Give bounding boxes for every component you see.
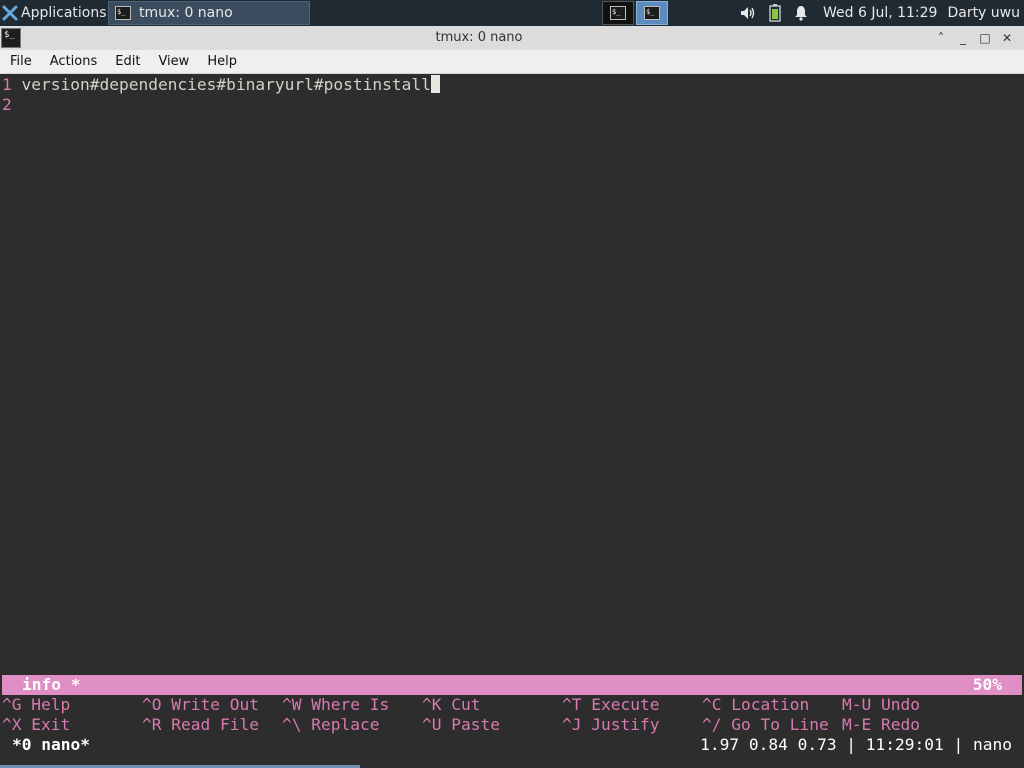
shortcut-key: ^G [2,695,22,714]
line-text: version#dependencies#binaryurl#postinsta… [21,75,431,94]
shortcut-label: Undo [881,695,920,714]
shortcut-label: Write Out [171,695,259,714]
taskbar-label: tmux: 0 nano [139,5,233,21]
workspace-1-button[interactable]: $_ [602,1,634,25]
shortcut-label: Read File [171,715,259,734]
tmux-status-right: 1.97 0.84 0.73 | 11:29:01 | nano [700,735,1012,754]
shortcut-redo[interactable]: M-E Redo [842,715,920,735]
shortcut-key: M-E [842,715,872,734]
shortcut-key: ^C [702,695,722,714]
shortcut-key: ^K [422,695,442,714]
shortcut-key: ^T [562,695,582,714]
shortcut-replace[interactable]: ^\ Replace [282,715,379,735]
workspace-2-button[interactable]: $_ [636,1,668,25]
taskbar-button-tmux[interactable]: $_ tmux: 0 nano [108,1,310,25]
terminal-icon: $_ [115,6,131,20]
shortcut-label: Where Is [311,695,390,714]
menu-edit[interactable]: Edit [105,54,148,69]
window-controls: ˄ _ □ ✕ [930,29,1018,47]
maximize-button[interactable]: □ [974,29,996,47]
close-button[interactable]: ✕ [996,29,1018,47]
shortcut-label: Location [731,695,810,714]
shortcut-label: Cut [451,695,481,714]
shortcut-key: ^J [562,715,582,734]
notification-bell-icon[interactable] [793,5,809,21]
menubar: File Actions Edit View Help [0,50,1024,74]
shortcut-label: Help [31,695,71,714]
shortcut-label: Go To Line [731,715,829,734]
xfce-logo-icon [2,5,18,21]
shortcut-label: Execute [591,695,660,714]
editor-line[interactable]: 1 version#dependencies#binaryurl#postins… [2,75,440,95]
shortcut-paste[interactable]: ^U Paste [422,715,500,735]
menu-actions[interactable]: Actions [40,54,106,69]
shortcut-execute[interactable]: ^T Execute [562,695,659,715]
buffer-name: info * [22,675,81,694]
volume-icon[interactable] [739,5,757,21]
scroll-percent: 50% [972,675,1002,694]
shortcut-justify[interactable]: ^J Justify [562,715,659,735]
shortcut-help[interactable]: ^G Help [2,695,70,715]
shortcut-write-out[interactable]: ^O Write Out [142,695,259,715]
user-menu[interactable]: Darty uwu [947,5,1024,21]
shortcut-label: Redo [881,715,920,734]
terminal-icon: $_ [644,6,660,20]
shortcut-read-file[interactable]: ^R Read File [142,715,259,735]
editor-line[interactable]: 2 [2,95,22,115]
window-titlebar[interactable]: $_ tmux: 0 nano ˄ _ □ ✕ [0,26,1024,51]
shade-button[interactable]: ˄ [930,29,952,47]
shortcut-key: ^W [282,695,302,714]
tmux-status-line: *0 nano* 1.97 0.84 0.73 | 11:29:01 | nan… [2,735,1022,755]
system-tray: Wed 6 Jul, 11:29 Darty uwu [733,0,1024,26]
terminal-icon: $_ [610,6,626,20]
shortcut-label: Replace [311,715,380,734]
shortcut-label: Justify [591,715,660,734]
clock[interactable]: Wed 6 Jul, 11:29 [823,5,937,21]
menu-file[interactable]: File [0,54,40,69]
shortcut-key: ^X [2,715,22,734]
shortcut-key: ^/ [702,715,722,734]
shortcut-where-is[interactable]: ^W Where Is [282,695,389,715]
minimize-button[interactable]: _ [952,29,974,47]
line-number: 1 [2,75,12,94]
applications-menu-button[interactable]: Applications ☰ [0,0,124,26]
shortcut-key: M-U [842,695,872,714]
shortcut-key: ^\ [282,715,302,734]
text-cursor [430,75,440,93]
shortcut-location[interactable]: ^C Location [702,695,809,715]
shortcut-cut[interactable]: ^K Cut [422,695,481,715]
battery-icon[interactable] [769,4,781,22]
window-title: tmux: 0 nano [435,30,523,45]
top-panel: Applications ☰ $_ tmux: 0 nano $_ $_ Wed… [0,0,1024,26]
menu-view[interactable]: View [148,54,197,69]
shortcut-go-to-line[interactable]: ^/ Go To Line [702,715,829,735]
line-number: 2 [2,95,12,114]
shortcut-key: ^R [142,715,162,734]
shortcut-key: ^U [422,715,442,734]
shortcut-label: Paste [451,715,500,734]
shortcut-label: Exit [31,715,71,734]
shortcut-undo[interactable]: M-U Undo [842,695,920,715]
menu-help[interactable]: Help [197,54,245,69]
tmux-window-list[interactable]: *0 nano* [12,735,90,755]
shortcut-key: ^O [142,695,162,714]
terminal-area[interactable]: 1 version#dependencies#binaryurl#postins… [2,74,1022,768]
nano-title-bar: info * 50% [2,675,1022,695]
shortcut-exit[interactable]: ^X Exit [2,715,70,735]
